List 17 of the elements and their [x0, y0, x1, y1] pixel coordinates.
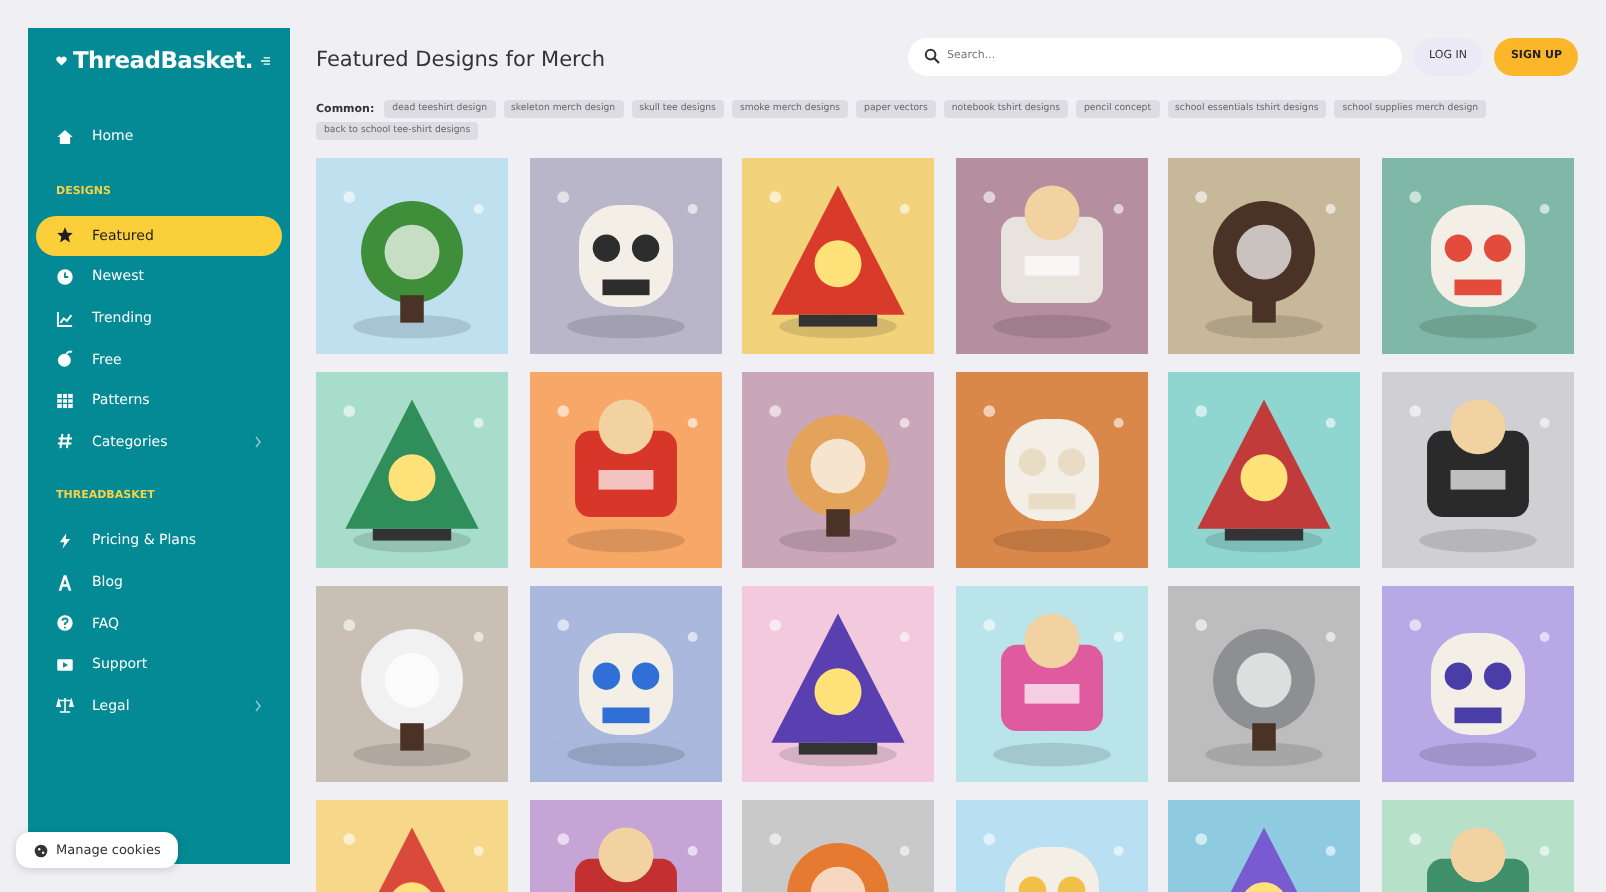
- page-title: Featured Designs for Merch: [316, 46, 606, 72]
- scales-icon: [56, 696, 74, 715]
- clock-icon: [56, 267, 74, 286]
- lightning-icon: [56, 531, 74, 550]
- logo[interactable]: ThreadBasket.: [73, 46, 253, 74]
- apple-icon: [56, 350, 74, 369]
- letter-icon: [56, 573, 74, 592]
- star-icon: [56, 226, 74, 245]
- chart-icon: [56, 309, 74, 328]
- video-icon: [56, 655, 74, 674]
- grid-icon: [56, 391, 74, 410]
- cookie-icon: [34, 843, 48, 857]
- hash-icon: [56, 432, 74, 451]
- home-icon: [56, 127, 74, 146]
- search-icon: [923, 48, 939, 64]
- question-icon: [56, 614, 74, 633]
- menu-icon[interactable]: [259, 51, 270, 69]
